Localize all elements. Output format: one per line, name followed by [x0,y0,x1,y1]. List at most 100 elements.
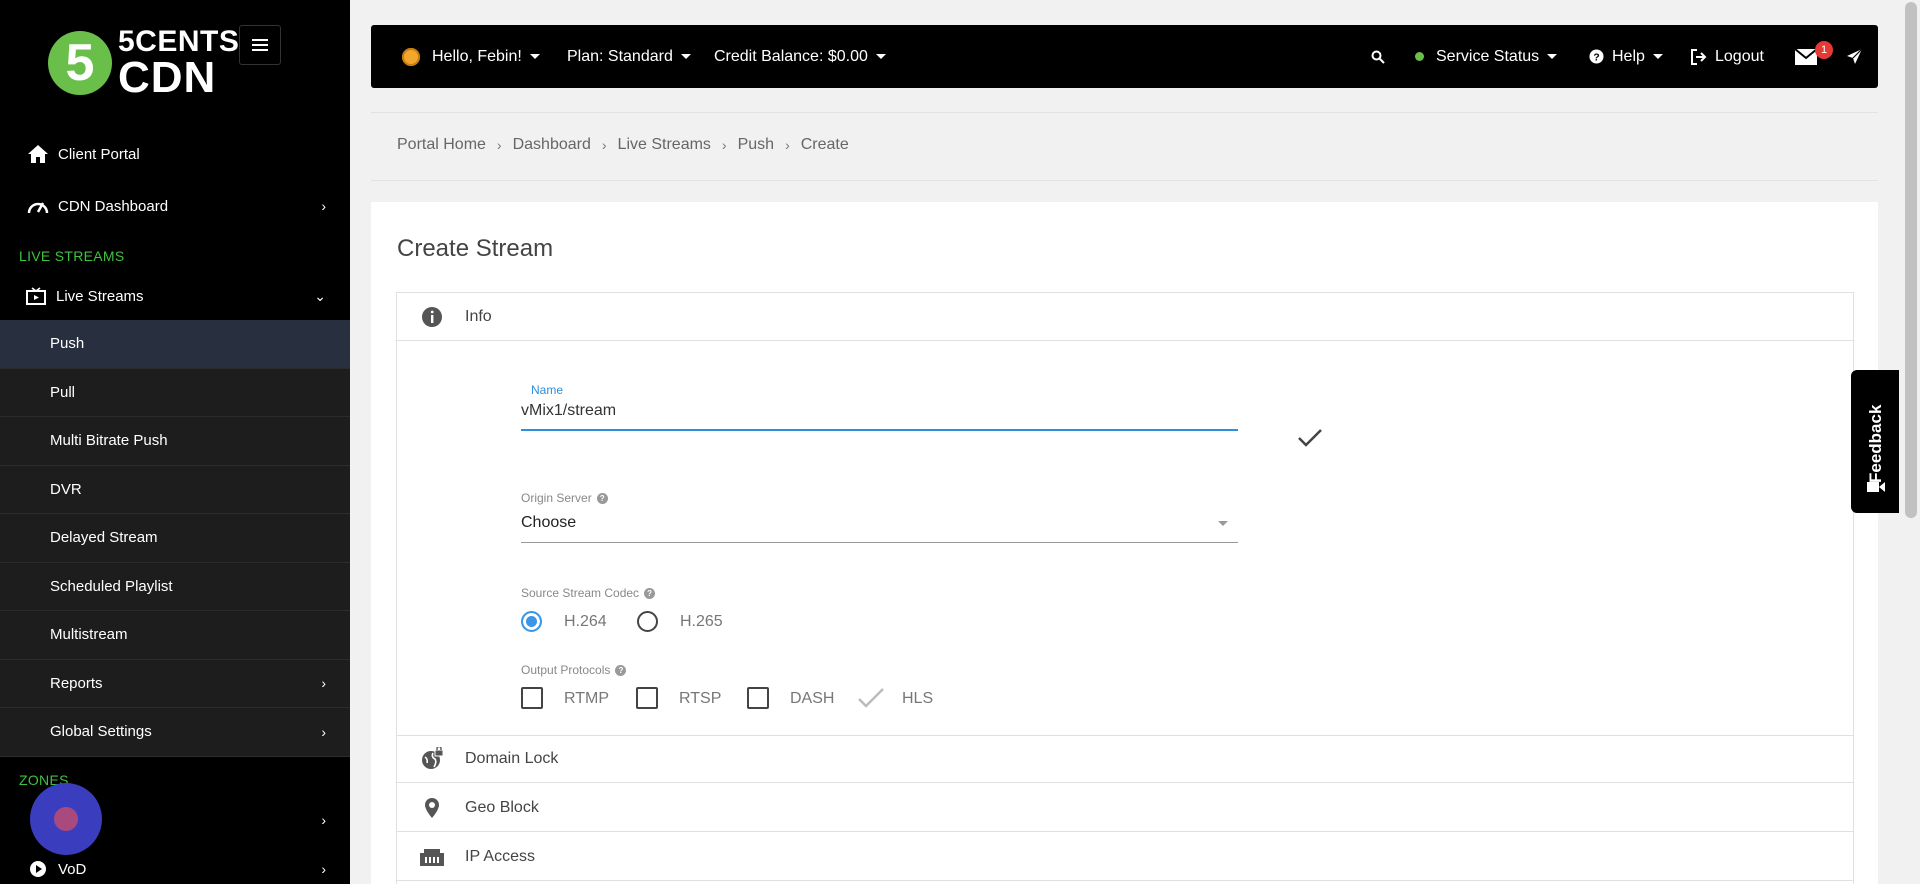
create-stream-card: Create Stream Info Name Origin Server ? … [371,202,1878,884]
credit-label: Credit Balance: $0.00 [714,47,868,65]
send-button[interactable] [1846,25,1863,88]
user-menu[interactable]: Hello, Febin! [402,25,540,88]
caret-down-icon [529,54,540,59]
sidebar-item-live-streams[interactable]: Live Streams ⌄ [24,284,350,308]
help-tooltip-icon[interactable]: ? [615,664,627,676]
caret-down-icon [875,54,886,59]
sidebar: 5 5CENTS CDN Client Portal CDN Dashboard… [0,0,350,884]
video-camera-icon [1867,482,1885,492]
protocol-label-dash: DASH [790,690,835,707]
help-icon: ? [1589,49,1604,64]
feedback-tab[interactable]: Feedback [1851,370,1899,513]
divider [371,112,1878,113]
section-geo-block-header[interactable]: Geo Block [397,784,1853,832]
plan-menu[interactable]: Plan: Standard [567,25,691,88]
stream-form-panel: Info Name Origin Server ? Choose Source … [396,292,1854,884]
sidebar-item-multi-bitrate-push[interactable]: Multi Bitrate Push [0,417,350,466]
feedback-label: Feedback [1866,404,1885,484]
sidebar-item-reports[interactable]: Reports › [0,660,350,708]
status-dot-icon [1415,52,1424,61]
sidebar-item-global-settings[interactable]: Global Settings › [0,708,350,757]
info-icon [419,304,445,330]
divider [371,180,1878,181]
codec-radio-h265[interactable] [637,611,658,632]
chevron-right-icon: › [321,675,326,692]
protocol-label-hls: HLS [902,690,934,707]
chevron-right-icon: › [496,137,502,153]
chat-widget-button[interactable] [30,783,102,855]
logo-line2: CDN [118,52,217,102]
origin-server-value: Choose [521,513,577,531]
dropdown-arrow-icon [1218,521,1228,526]
protocol-label-rtsp: RTSP [679,690,722,707]
sidebar-item-multistream[interactable]: Multistream [0,611,350,660]
section-geo-block-label: Geo Block [465,798,539,816]
play-circle-icon [26,857,50,881]
chevron-right-icon: › [321,861,326,877]
section-info-header[interactable]: Info [397,293,1853,341]
sidebar-item-cdn-dashboard[interactable]: CDN Dashboard › [26,194,350,218]
sidebar-item-delayed-stream[interactable]: Delayed Stream [0,514,350,563]
top-bar: Hello, Febin! Plan: Standard Credit Bala… [371,25,1878,88]
hamburger-icon [252,44,268,46]
user-greeting: Hello, Febin! [432,47,522,65]
credit-balance-menu[interactable]: Credit Balance: $0.00 [714,25,886,88]
codec-radio-h264[interactable] [521,611,542,632]
map-marker-icon [419,795,445,821]
sidebar-item-dvr[interactable]: DVR [0,466,350,514]
service-status-menu[interactable]: Service Status [1415,25,1558,88]
help-menu[interactable]: ? Help [1589,25,1663,88]
section-ip-access-header[interactable]: IP Access [397,833,1853,881]
protocol-checkbox-hls[interactable] [857,685,885,711]
help-tooltip-icon[interactable]: ? [644,587,656,599]
paper-plane-icon [1847,48,1863,64]
protocol-label-rtmp: RTMP [564,690,610,707]
home-icon [26,142,50,166]
messages-button[interactable]: 1 [1795,25,1833,88]
breadcrumb-portal-home[interactable]: Portal Home [397,136,486,154]
sidebar-item-push[interactable]: Push [0,320,350,369]
caret-down-icon [1547,54,1558,59]
live-tv-icon [24,284,48,308]
sidebar-item-pull[interactable]: Pull [0,369,350,417]
check-icon[interactable] [1297,428,1323,448]
logout-button[interactable]: Logout [1691,25,1764,88]
protocol-checkbox-rtsp[interactable] [636,687,658,709]
sidebar-item-vod[interactable]: VoD › [26,857,350,881]
protocol-checkbox-rtmp[interactable] [521,687,543,709]
breadcrumb-push[interactable]: Push [738,136,774,154]
logo-mark: 5 [48,31,112,96]
breadcrumb-dashboard[interactable]: Dashboard [513,136,591,154]
scrollbar-thumb[interactable] [1905,2,1917,518]
logout-label: Logout [1715,47,1764,65]
section-domain-lock-label: Domain Lock [465,750,559,767]
sidebar-item-client-portal[interactable]: Client Portal [26,142,350,166]
caret-down-icon [680,54,691,59]
section-domain-lock-header[interactable]: Domain Lock [397,735,1853,783]
origin-server-select[interactable]: Choose [521,503,1238,543]
page-title: Create Stream [397,235,554,262]
breadcrumb-live-streams[interactable]: Live Streams [618,136,711,154]
help-tooltip-icon[interactable]: ? [596,492,608,504]
logout-icon [1691,48,1707,65]
sidebar-item-label: VoD [58,860,87,878]
chevron-right-icon: › [321,198,326,214]
search-icon [1371,50,1385,64]
name-field[interactable] [521,393,1238,431]
chevron-right-icon: › [321,723,326,740]
output-protocols-label: Output Protocols ? [521,663,627,677]
globe-lock-icon [419,746,445,772]
sidebar-item-scheduled-playlist[interactable]: Scheduled Playlist [0,563,350,611]
chevron-right-icon: › [601,137,607,153]
section-info-label: Info [465,307,492,325]
service-status-label: Service Status [1436,47,1540,65]
protocol-checkbox-dash[interactable] [747,687,769,709]
brand-logo[interactable]: 5 5CENTS CDN [48,27,239,102]
search-button[interactable] [1371,25,1385,88]
chevron-right-icon: › [721,137,727,153]
svg-text:?: ? [1593,52,1599,63]
sidebar-item-label: Client Portal [58,145,140,163]
section-label-live-streams: LIVE STREAMS [19,248,125,264]
caret-down-icon [1652,54,1663,59]
menu-toggle-button[interactable] [239,25,281,65]
